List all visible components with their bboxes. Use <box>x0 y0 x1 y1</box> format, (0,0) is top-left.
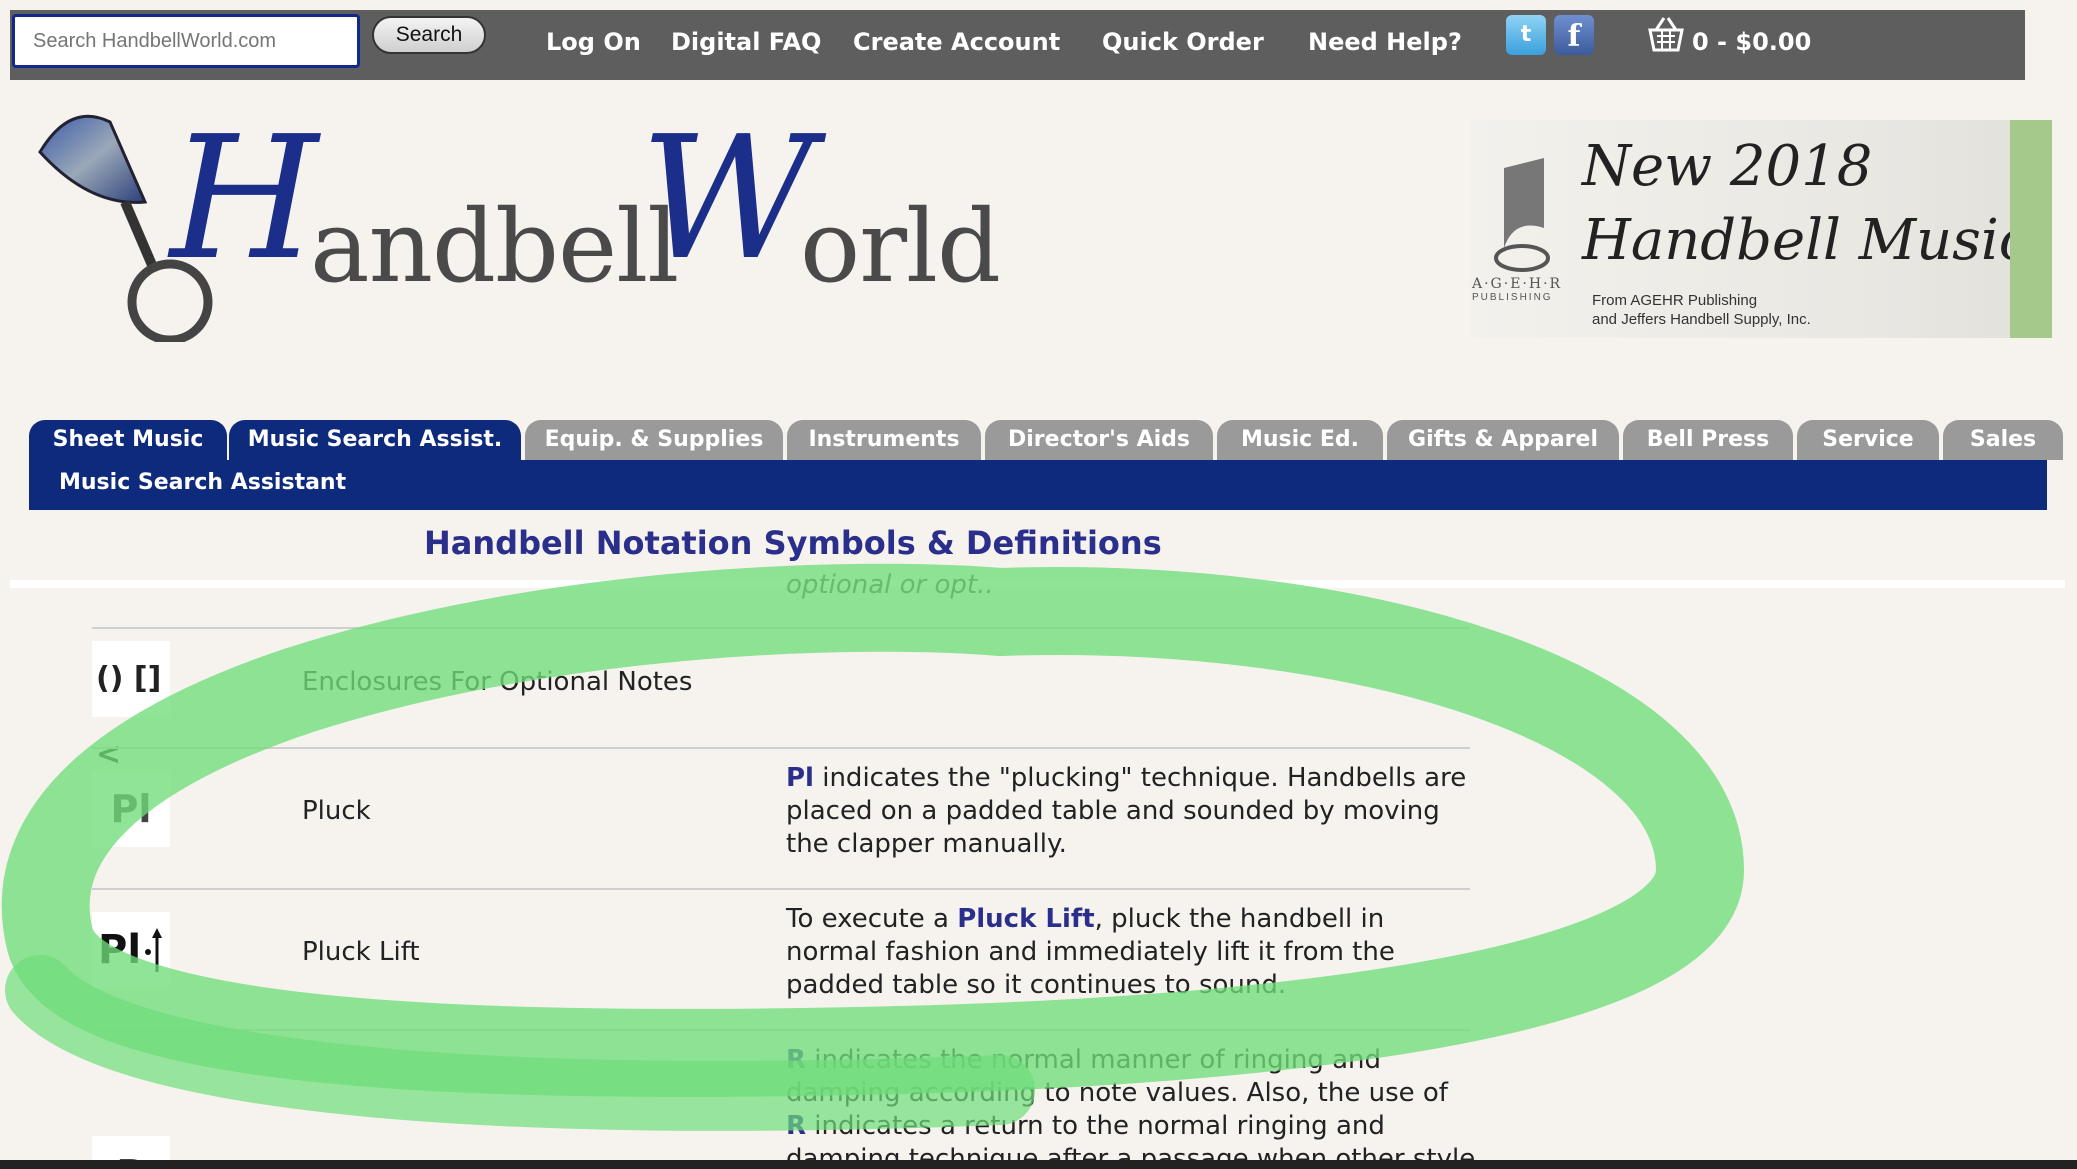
row-name-pluck: Pluck <box>302 796 371 826</box>
desc-text: indicates a return to the normal ringing… <box>786 1111 1476 1160</box>
log-on-link[interactable]: Log On <box>546 28 641 56</box>
tab-music-ed[interactable]: Music Ed. <box>1217 420 1383 460</box>
row-desc-pluck: Pl indicates the "plucking" technique. H… <box>786 762 1476 861</box>
logo-text-andbell: andbell <box>310 188 679 305</box>
page-title: Handbell Notation Symbols & Definitions <box>424 524 1162 562</box>
banner-stripe <box>2010 120 2052 338</box>
keyword-pluck-lift: Pluck Lift <box>957 904 1095 934</box>
need-help-link[interactable]: Need Help? <box>1308 28 1462 56</box>
row-divider <box>92 1029 1470 1031</box>
desc-text: To execute a <box>786 904 958 934</box>
cut-off-text: optional or opt.. <box>786 570 994 600</box>
row-divider <box>92 747 1470 749</box>
row-desc-ring: R indicates the normal manner of ringing… <box>786 1044 1476 1160</box>
symbol-pluck-lift: Pl <box>92 912 170 988</box>
logo-letter-h: H <box>170 100 319 298</box>
logo-text-orld: orld <box>800 188 1001 305</box>
facebook-icon[interactable]: f <box>1554 15 1594 55</box>
create-account-link[interactable]: Create Account <box>853 28 1060 56</box>
row-name-enclosures: Enclosures For Optional Notes <box>302 667 693 697</box>
bottom-edge <box>0 1160 2077 1169</box>
banner-subtitle-line2: and Jeffers Handbell Supply, Inc. <box>1592 311 1811 328</box>
quick-order-link[interactable]: Quick Order <box>1102 28 1264 56</box>
desc-text: indicates the "plucking" technique. Hand… <box>786 763 1467 859</box>
search-button[interactable]: Search <box>372 16 486 54</box>
search-input[interactable] <box>12 14 360 68</box>
banner-title-line1: New 2018 <box>1582 134 1873 199</box>
top-bar: Search Log On Digital FAQ Create Account… <box>10 10 2025 80</box>
banner-publisher: A·G·E·H·R <box>1472 276 1563 292</box>
symbol-pluck: Pl <box>92 771 170 847</box>
tab-service[interactable]: Service <box>1797 420 1939 460</box>
banner-publisher-sub: PUBLISHING <box>1472 292 1553 303</box>
row-divider <box>92 888 1470 890</box>
agehr-bell-icon <box>1494 158 1550 272</box>
digital-faq-link[interactable]: Digital FAQ <box>671 28 821 56</box>
new-music-banner[interactable]: A·G·E·H·R PUBLISHING New 2018 Handbell M… <box>1470 120 2052 338</box>
subnav-music-search-assistant[interactable]: Music Search Assistant <box>59 470 346 495</box>
row-desc-pluck-lift: To execute a Pluck Lift, pluck the handb… <box>786 903 1476 1002</box>
desc-text: indicates the normal manner of ringing a… <box>786 1045 1448 1108</box>
twitter-icon[interactable]: t <box>1506 15 1546 55</box>
banner-subtitle-line1: From AGEHR Publishing <box>1592 292 1758 309</box>
tab-sheet-music[interactable]: Sheet Music <box>29 420 227 460</box>
tab-music-search-assist[interactable]: Music Search Assist. <box>229 420 521 460</box>
cart-summary[interactable]: 0 - $0.00 <box>1692 28 1811 56</box>
row-divider <box>92 627 1470 629</box>
sub-nav-bar: Music Search Assistant <box>29 460 2047 510</box>
keyword-r: R <box>786 1111 807 1141</box>
content-divider <box>10 580 2065 588</box>
lift-arrow-icon <box>145 928 162 972</box>
tab-instruments[interactable]: Instruments <box>787 420 981 460</box>
keyword-pl: Pl <box>786 763 814 793</box>
row-name-pluck-lift: Pluck Lift <box>302 937 420 967</box>
tab-directors-aids[interactable]: Director's Aids <box>985 420 1213 460</box>
tab-bell-press[interactable]: Bell Press <box>1623 420 1793 460</box>
logo-letter-w: W <box>640 100 815 298</box>
banner-title-line2: Handbell Music <box>1582 208 2031 273</box>
tab-gifts-apparel[interactable]: Gifts & Apparel <box>1387 420 1619 460</box>
tab-sales[interactable]: Sales <box>1943 420 2063 460</box>
tab-equip-supplies[interactable]: Equip. & Supplies <box>525 420 783 460</box>
shopping-basket-icon[interactable] <box>1642 14 1690 56</box>
keyword-r: R <box>786 1045 807 1075</box>
symbol-pluck-lift-text: Pl <box>98 927 142 973</box>
symbol-enclosures: () [] < <box>92 641 170 772</box>
